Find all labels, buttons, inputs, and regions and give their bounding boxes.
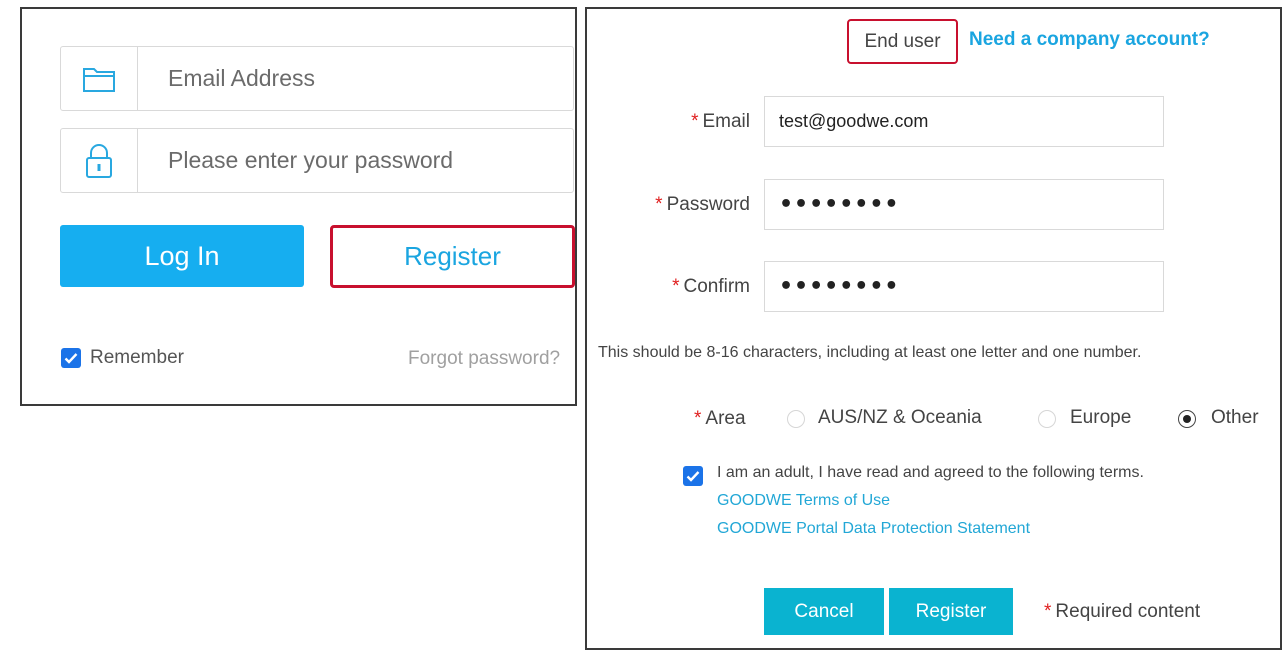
lock-icon bbox=[61, 129, 138, 192]
confirm-label: * Confirm bbox=[672, 276, 750, 298]
password-hint: This should be 8-16 characters, includin… bbox=[598, 344, 1142, 361]
register-panel: End user Need a company account? * Email … bbox=[585, 7, 1282, 650]
register-password-field[interactable]: •••••••• bbox=[764, 179, 1164, 230]
password-input-group bbox=[60, 128, 574, 193]
register-button[interactable]: Register bbox=[330, 225, 575, 288]
remember-checkbox[interactable]: Remember bbox=[61, 347, 184, 369]
register-confirm-field[interactable]: •••••••• bbox=[764, 261, 1164, 312]
forgot-password-link[interactable]: Forgot password? bbox=[408, 348, 560, 370]
tab-end-user[interactable]: End user bbox=[847, 19, 958, 64]
remember-label: Remember bbox=[90, 347, 184, 368]
submit-register-button[interactable]: Register bbox=[889, 588, 1013, 635]
confirm-label-text: Confirm bbox=[683, 276, 750, 297]
radio-label-aus-nz[interactable]: AUS/NZ & Oceania bbox=[818, 407, 982, 429]
radio-other[interactable] bbox=[1178, 410, 1196, 428]
radio-aus-nz[interactable] bbox=[787, 410, 805, 428]
data-protection-link[interactable]: GOODWE Portal Data Protection Statement bbox=[717, 520, 1030, 538]
required-note-text: Required content bbox=[1055, 601, 1201, 622]
cancel-button[interactable]: Cancel bbox=[764, 588, 884, 635]
password-label: * Password bbox=[655, 194, 750, 216]
radio-label-europe[interactable]: Europe bbox=[1070, 407, 1131, 429]
register-email-field[interactable] bbox=[764, 96, 1164, 147]
checkbox-checked-icon bbox=[686, 471, 700, 482]
login-panel: Log In Register Remember Forgot password… bbox=[20, 7, 577, 406]
area-label: * Area bbox=[694, 408, 746, 430]
radio-label-other[interactable]: Other bbox=[1211, 407, 1259, 429]
company-account-link[interactable]: Need a company account? bbox=[969, 29, 1210, 51]
radio-europe[interactable] bbox=[1038, 410, 1056, 428]
required-asterisk: * bbox=[1044, 601, 1052, 622]
email-input-group bbox=[60, 46, 574, 111]
area-label-text: Area bbox=[705, 408, 746, 429]
password-label-text: Password bbox=[666, 194, 750, 215]
required-asterisk: * bbox=[655, 194, 663, 215]
required-asterisk: * bbox=[694, 408, 702, 429]
terms-of-use-link[interactable]: GOODWE Terms of Use bbox=[717, 492, 890, 510]
required-asterisk: * bbox=[672, 276, 680, 297]
checkbox-checked-icon[interactable] bbox=[61, 348, 81, 368]
required-note: * Required content bbox=[1044, 601, 1200, 623]
password-input[interactable] bbox=[138, 129, 573, 192]
folder-icon bbox=[61, 47, 138, 110]
email-label-text: Email bbox=[702, 111, 750, 132]
terms-checkbox[interactable] bbox=[683, 466, 703, 486]
required-asterisk: * bbox=[691, 111, 699, 132]
email-input[interactable] bbox=[138, 47, 573, 110]
terms-text: I am an adult, I have read and agreed to… bbox=[717, 464, 1144, 481]
login-button[interactable]: Log In bbox=[60, 225, 304, 287]
email-label: * Email bbox=[691, 111, 750, 133]
